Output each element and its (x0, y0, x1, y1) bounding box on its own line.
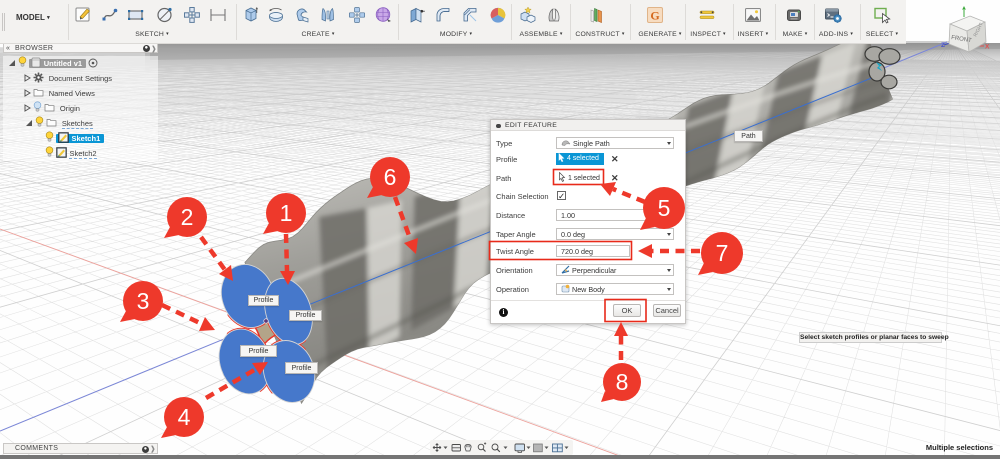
svg-text:4: 4 (178, 404, 191, 430)
svg-text:1: 1 (280, 200, 293, 226)
svg-text:6: 6 (384, 164, 397, 190)
svg-text:8: 8 (616, 369, 629, 395)
svg-text:5: 5 (658, 195, 671, 221)
svg-text:3: 3 (137, 288, 150, 314)
svg-text:7: 7 (716, 240, 729, 266)
svg-text:2: 2 (181, 204, 194, 230)
